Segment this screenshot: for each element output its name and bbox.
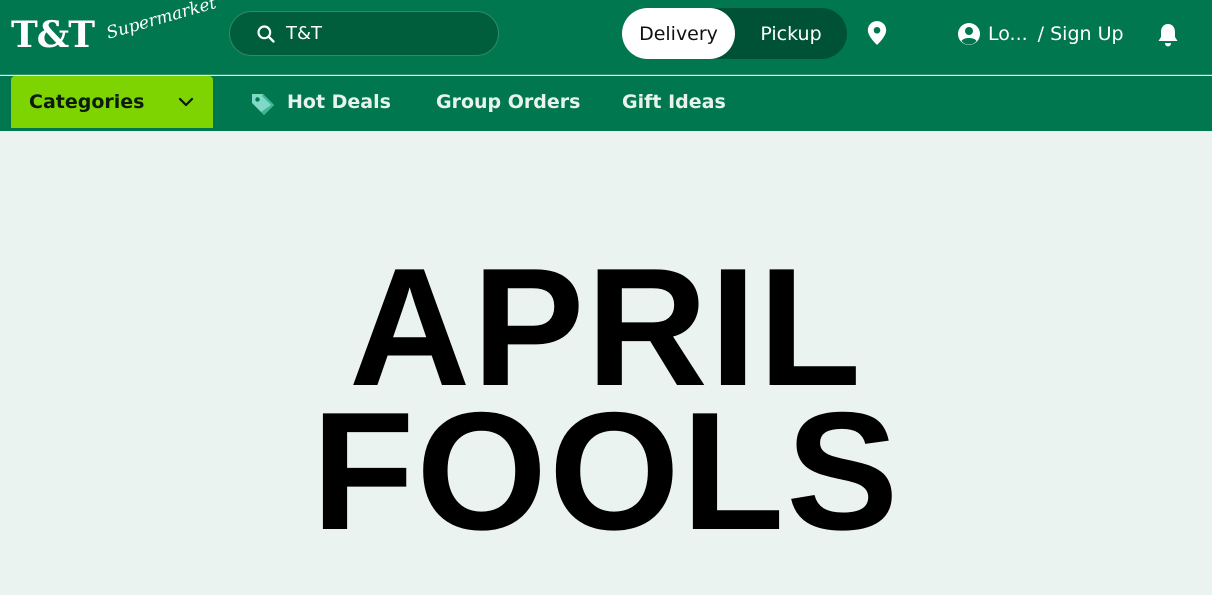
price-tag-icon [252,94,274,115]
delivery-option[interactable]: Delivery [622,8,735,59]
categories-dropdown[interactable]: Categories [11,76,213,128]
location-pin-icon[interactable] [866,20,888,46]
top-header: T&T Supermarket T&T Delivery Pickup Lo..… [0,0,1212,75]
bell-icon[interactable] [1156,22,1180,48]
nav-gift-ideas[interactable]: Gift Ideas [622,91,726,113]
login-link[interactable]: Lo... [988,23,1028,45]
search-input[interactable]: T&T [286,23,322,44]
user-circle-icon[interactable] [957,22,981,46]
account-links: Lo... / Sign Up [957,20,1130,48]
search-icon[interactable] [256,24,276,44]
logo-main-text: T&T [11,14,95,56]
categories-label: Categories [29,91,145,113]
pickup-option[interactable]: Pickup [735,8,847,59]
nav-group-orders[interactable]: Group Orders [436,91,580,113]
signup-link[interactable]: / Sign Up [1038,23,1124,45]
category-nav: Categories Hot Deals Group Orders Gift I… [0,76,1212,131]
hero-line-2: FOOLS [311,377,901,565]
search-bar[interactable]: T&T [229,11,499,56]
nav-hot-deals[interactable]: Hot Deals [287,91,391,113]
chevron-down-icon [178,97,194,107]
logo-sub-text: Supermarket [104,0,219,44]
hero-banner: APRIL FOOLS [0,131,1212,595]
delivery-pickup-toggle: Delivery Pickup [622,8,847,59]
